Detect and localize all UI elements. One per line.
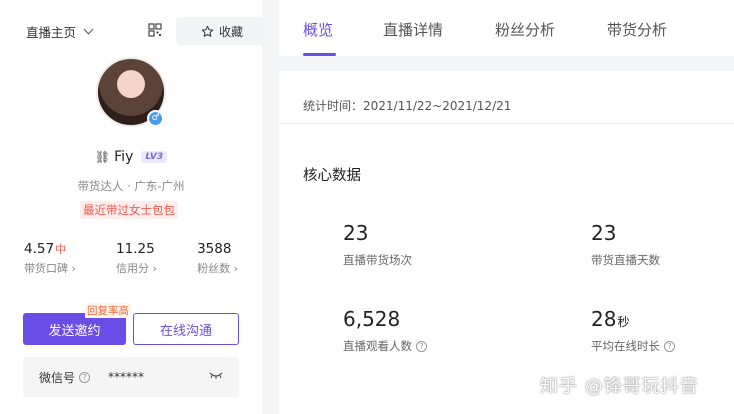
stat-period: 统计时间：2021/11/22~2021/12/21 [303, 99, 512, 113]
wechat-row: 微信号 ? ****** [23, 357, 239, 397]
metric-avg-online: 28秒 平均在线时长? [591, 307, 675, 354]
profile-sidebar: 直播主页 收藏 ♂ ⛓ Fiy LV3 带货达人 · 广东-广州 最近带过女士包… [0, 0, 268, 414]
metric-live-sessions: 23 直播带货场次 [343, 221, 412, 268]
home-select-label: 直播主页 [26, 24, 77, 40]
stat-reputation[interactable]: 4.57中 带货口碑 › [24, 238, 76, 276]
reply-rate-badge: 回复率高 [85, 303, 131, 318]
tab-live-details[interactable]: 直播详情 [383, 19, 443, 40]
stat-fans[interactable]: 3588 粉丝数 › [197, 238, 238, 276]
profile-name: Fiy [114, 149, 134, 165]
tab-overview[interactable]: 概览 [303, 19, 333, 40]
avatar: ♂ [96, 57, 166, 127]
watermark: 知乎 @锋哥玩抖音 [540, 376, 699, 397]
profile-name-row: ⛓ Fiy LV3 [0, 149, 262, 165]
stat-label: 信用分 › [116, 262, 157, 275]
profile-stats: 4.57中 带货口碑 › 11.25 信用分 › 3588 粉丝数 › [24, 238, 238, 276]
metric-value: 28 [591, 307, 617, 331]
stat-value: 3588 [197, 241, 232, 257]
divider [279, 123, 734, 124]
profile-role: 带货达人 · 广东-广州 [77, 179, 185, 193]
sidebar-header: 直播主页 收藏 [26, 17, 268, 45]
section-title: 核心数据 [303, 168, 361, 184]
overview-panel: 统计时间：2021/11/22~2021/12/21 核心数据 23 直播带货场… [279, 71, 734, 414]
home-select[interactable]: 直播主页 [26, 22, 94, 41]
recent-category-tag: 最近带过女士包包 [80, 201, 178, 219]
help-icon[interactable]: ? [664, 340, 675, 352]
help-icon[interactable]: ? [79, 371, 91, 383]
stat-tag: 中 [55, 243, 67, 256]
wechat-label: 微信号 [39, 370, 76, 385]
stat-value: 11.25 [116, 241, 155, 257]
stat-label: 粉丝数 › [197, 262, 238, 275]
metric-label: 平均在线时长 [591, 339, 660, 353]
link-icon: ⛓ [94, 150, 111, 164]
stat-label: 带货口碑 › [24, 262, 76, 275]
eye-closed-icon[interactable] [209, 372, 223, 380]
metric-value: 6,528 [343, 307, 401, 331]
tab-sales-analysis[interactable]: 带货分析 [607, 19, 667, 40]
wechat-value: ****** [108, 370, 145, 384]
metric-unit: 秒 [617, 315, 630, 329]
metric-live-days: 23 带货直播天数 [591, 221, 660, 268]
gender-male-icon: ♂ [147, 110, 164, 127]
favorite-button[interactable]: 收藏 [176, 17, 268, 45]
favorite-label: 收藏 [218, 24, 243, 39]
metric-value: 23 [343, 221, 369, 245]
metric-label: 直播带货场次 [343, 253, 412, 267]
tab-fan-analysis[interactable]: 粉丝分析 [495, 19, 555, 40]
stat-credit[interactable]: 11.25 信用分 › [116, 238, 157, 276]
level-badge: LV3 [141, 151, 168, 163]
online-chat-button[interactable]: 在线沟通 [133, 313, 239, 345]
tab-bar: 概览 直播详情 粉丝分析 带货分析 [279, 0, 734, 56]
metric-value: 23 [591, 221, 617, 245]
metric-label: 带货直播天数 [591, 253, 660, 267]
star-icon [201, 25, 214, 37]
metric-viewers: 6,528 直播观看人数? [343, 307, 427, 354]
chevron-down-icon [83, 24, 94, 34]
qr-code-icon[interactable] [148, 23, 162, 37]
help-icon[interactable]: ? [416, 340, 427, 352]
active-tab-indicator [303, 53, 336, 56]
metric-label: 直播观看人数 [343, 339, 412, 353]
stat-value: 4.57 [24, 241, 55, 257]
